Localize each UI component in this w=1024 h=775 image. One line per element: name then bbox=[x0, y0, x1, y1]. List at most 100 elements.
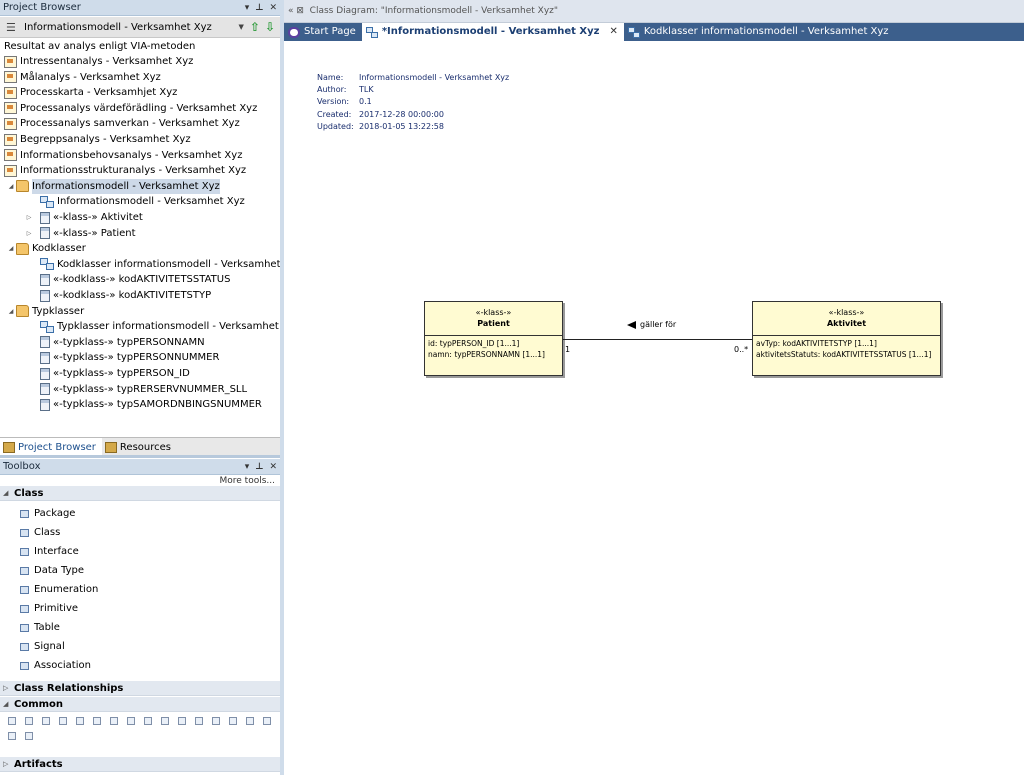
tree-item[interactable]: «-typklass-» typPERSONNAMN bbox=[40, 335, 205, 350]
change-icon[interactable] bbox=[161, 717, 169, 725]
tab-resources[interactable]: Resources bbox=[102, 438, 177, 456]
image-icon[interactable] bbox=[195, 717, 203, 725]
target-multiplicity[interactable]: 0..* bbox=[734, 345, 748, 354]
trace-icon[interactable] bbox=[246, 717, 254, 725]
pin-icon[interactable]: ⊥ bbox=[255, 459, 263, 475]
association-connector[interactable] bbox=[563, 339, 752, 340]
toolbox-item-package[interactable]: Package bbox=[20, 506, 75, 522]
toolbox-item-association[interactable]: Association bbox=[20, 658, 91, 674]
class-stereotype: «-klass-» bbox=[475, 308, 512, 317]
chevron-down-icon[interactable]: ▼ bbox=[238, 23, 243, 31]
dropdown-icon[interactable]: ▾ bbox=[245, 459, 250, 475]
tree-folder[interactable]: ◢ Kodklasser bbox=[6, 241, 86, 256]
tree-item[interactable]: Begreppsanalys - Verksamhet Xyz bbox=[4, 132, 191, 147]
tree-item[interactable]: ▷ «-klass-» Aktivitet bbox=[24, 210, 143, 225]
association-label[interactable]: gäller för bbox=[627, 320, 676, 329]
tree-item[interactable]: Processkarta - Verksamhjet Xyz bbox=[4, 85, 177, 100]
toolbox-item-table[interactable]: Table bbox=[20, 620, 60, 636]
document-icon[interactable] bbox=[178, 717, 186, 725]
dropdown-icon[interactable]: ▾ bbox=[245, 0, 250, 16]
toolbox-section-class[interactable]: ◢ Class bbox=[0, 486, 280, 501]
tree-item[interactable]: «-typklass-» typRERSERVNUMMER_SLL bbox=[40, 382, 247, 397]
tree-item[interactable]: «-kodklass-» kodAKTIVITETSSTATUS bbox=[40, 272, 230, 287]
diagram-canvas[interactable]: Name: Informationsmodell - Verksamhet Xyz… bbox=[284, 41, 1024, 775]
collapse-icon[interactable]: ◢ bbox=[6, 179, 16, 194]
pin-icon[interactable]: ⊥ bbox=[255, 0, 263, 16]
artifact-icon[interactable] bbox=[42, 717, 50, 725]
toolbox-section-class-relationships[interactable]: ▷ Class Relationships bbox=[0, 681, 280, 696]
toolbox-section-artifacts[interactable]: ▷ Artifacts bbox=[0, 757, 280, 772]
class-icon bbox=[40, 273, 50, 286]
close-icon[interactable]: ✕ bbox=[609, 23, 617, 41]
tree-folder[interactable]: ◢ Informationsmodell - Verksamhet Xyz bbox=[6, 178, 220, 194]
tree-item[interactable]: Processanalys samverkan - Verksamhet Xyz bbox=[4, 116, 240, 131]
note-icon[interactable] bbox=[8, 717, 16, 725]
legend-icon[interactable] bbox=[127, 717, 135, 725]
tree-item[interactable]: Målanalys - Verksamhet Xyz bbox=[4, 70, 161, 85]
boundary-icon[interactable] bbox=[93, 717, 101, 725]
menu-icon[interactable]: ☰ bbox=[6, 21, 20, 34]
list-icon[interactable] bbox=[59, 717, 67, 725]
arrow-up-icon[interactable]: ⇧ bbox=[250, 20, 260, 34]
tree-item[interactable]: Informationsstrukturanalys - Verksamhet … bbox=[4, 163, 246, 178]
arrow-down-icon[interactable]: ⇩ bbox=[265, 20, 275, 34]
diagram-properties-note[interactable]: Name: Informationsmodell - Verksamhet Xyz… bbox=[317, 72, 509, 133]
class-icon bbox=[40, 351, 50, 364]
tab-informationsmodell[interactable]: *Informationsmodell - Verksamhet Xyz ✕ bbox=[361, 23, 624, 41]
document-nav-icon[interactable]: « ⊠ bbox=[288, 6, 304, 16]
expand-icon[interactable]: ▷ bbox=[24, 210, 34, 225]
source-multiplicity[interactable]: 1 bbox=[565, 345, 570, 354]
issue-icon[interactable] bbox=[144, 717, 152, 725]
class-aktivitet[interactable]: «-klass-» Aktivitet avTyp: kodAKTIVITETST… bbox=[752, 301, 941, 376]
close-icon[interactable]: ✕ bbox=[269, 459, 277, 475]
expand-icon[interactable]: ▷ bbox=[24, 226, 34, 241]
hyperlink-icon[interactable] bbox=[110, 717, 118, 725]
tree-item[interactable]: Informationsmodell - Verksamhet Xyz bbox=[40, 194, 245, 209]
property-row: Version: 0.1 bbox=[317, 97, 372, 107]
toolbox-item-data-type[interactable]: Data Type bbox=[20, 563, 84, 579]
diagram-icon bbox=[4, 71, 17, 84]
project-tree: Resultat av analys enligt VIA-metoden In… bbox=[0, 39, 280, 437]
toolbox-section-common[interactable]: ◢ Common bbox=[0, 697, 280, 712]
diagram-icon bbox=[4, 164, 17, 177]
package-selector[interactable]: ☰ Informationsmodell - Verksamhet Xyz ▼ … bbox=[0, 17, 280, 38]
tree-folder[interactable]: ◢ Typklasser bbox=[6, 304, 84, 319]
constraint-icon[interactable] bbox=[76, 717, 84, 725]
collapse-icon: ◢ bbox=[3, 700, 9, 708]
tree-item[interactable]: Informationsbehovsanalys - Verksamhet Xy… bbox=[4, 148, 242, 163]
tab-kodklasser[interactable]: Kodklasser informationsmodell - Verksamh… bbox=[624, 23, 895, 41]
tree-item[interactable]: Processanalys värdeförädling - Verksamhe… bbox=[4, 101, 257, 116]
more-tools-link[interactable]: More tools... bbox=[220, 476, 276, 486]
tree-item[interactable]: Typklasser informationsmodell - Verksamh… bbox=[40, 319, 280, 334]
tree-item[interactable]: Resultat av analys enligt VIA-metoden bbox=[4, 39, 195, 54]
tree-item[interactable]: «-typklass-» typSAMORDNBINGSNUMMER bbox=[40, 397, 262, 412]
tree-item[interactable]: «-kodklass-» kodAKTIVITETSTYP bbox=[40, 288, 211, 303]
toolbox-item-primitive[interactable]: Primitive bbox=[20, 601, 78, 617]
tree-item[interactable]: Intressentanalys - Verksamhet Xyz bbox=[4, 54, 193, 69]
note-link-icon[interactable] bbox=[8, 732, 16, 740]
tree-item[interactable]: «-typklass-» typPERSON_ID bbox=[40, 366, 190, 381]
class-icon bbox=[40, 289, 50, 302]
connector-icon[interactable] bbox=[25, 732, 33, 740]
toolbox-item-class[interactable]: Class bbox=[20, 525, 60, 541]
toolbox-item-enumeration[interactable]: Enumeration bbox=[20, 582, 98, 598]
tree-item[interactable]: ▷ «-klass-» Patient bbox=[24, 226, 136, 241]
tab-project-browser[interactable]: Project Browser bbox=[0, 438, 102, 456]
diagram-icon bbox=[4, 149, 17, 162]
close-icon[interactable]: ✕ bbox=[269, 0, 277, 16]
requirement-icon[interactable] bbox=[212, 717, 220, 725]
table-icon bbox=[20, 624, 29, 632]
collapse-icon[interactable]: ◢ bbox=[6, 241, 16, 256]
collapse-icon[interactable]: ◢ bbox=[6, 304, 16, 319]
dependency-icon[interactable] bbox=[229, 717, 237, 725]
realize-icon[interactable] bbox=[263, 717, 271, 725]
text-icon[interactable] bbox=[25, 717, 33, 725]
tab-start-page[interactable]: Start Page bbox=[284, 23, 362, 41]
toolbox-item-signal[interactable]: Signal bbox=[20, 639, 65, 655]
horizontal-splitter[interactable] bbox=[0, 455, 280, 458]
tree-item[interactable]: Kodklasser informationsmodell - Verksamh… bbox=[40, 257, 280, 272]
class-patient[interactable]: «-klass-» Patient id: typPERSON_ID [1...1… bbox=[424, 301, 563, 376]
toolbox-item-interface[interactable]: Interface bbox=[20, 544, 79, 560]
folder-icon bbox=[16, 305, 29, 318]
tree-item[interactable]: «-typklass-» typPERSONNUMMER bbox=[40, 350, 219, 365]
